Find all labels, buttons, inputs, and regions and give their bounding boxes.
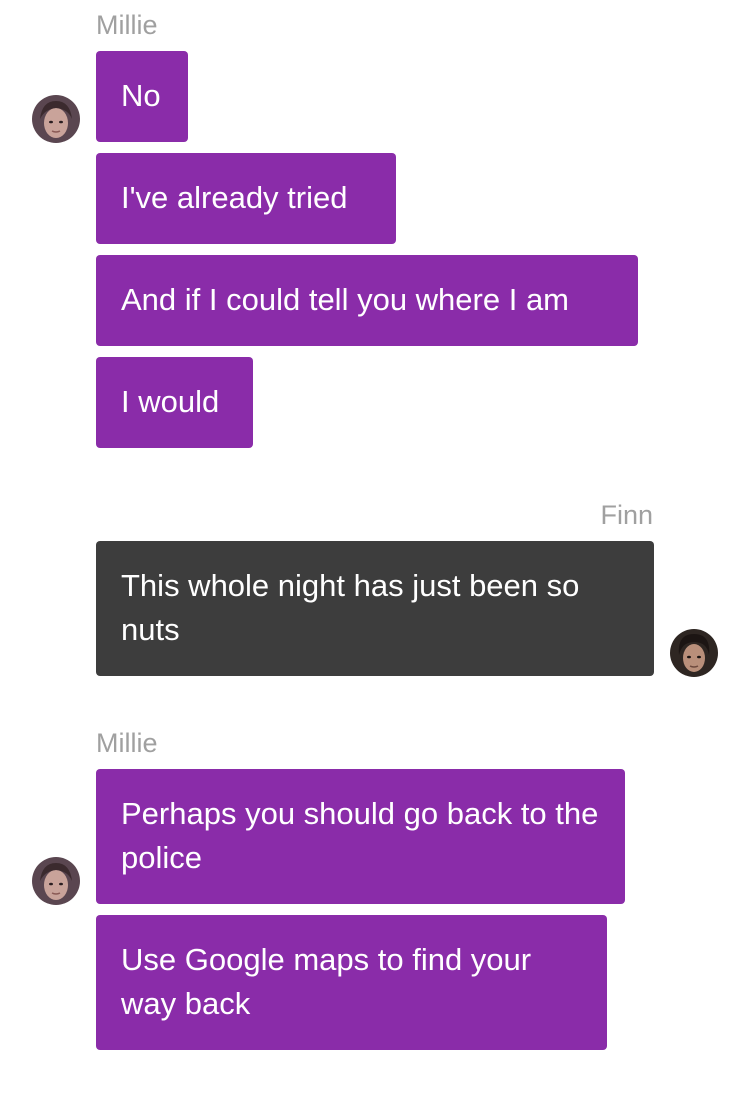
sender-name: Millie	[96, 728, 158, 758]
message-bubble[interactable]: This whole night has just been so nuts	[96, 541, 654, 676]
message-bubble[interactable]: I would	[96, 357, 253, 448]
finn-avatar-icon[interactable]	[670, 629, 718, 677]
message-bubble[interactable]: Use Google maps to find your way back	[96, 915, 607, 1050]
message-bubble[interactable]: Perhaps you should go back to the police	[96, 769, 625, 904]
message-bubble[interactable]: No	[96, 51, 188, 142]
message-bubble[interactable]: I've already tried	[96, 153, 396, 244]
millie-avatar-icon[interactable]	[32, 857, 80, 905]
message-bubble[interactable]: And if I could tell you where I am	[96, 255, 638, 346]
millie-avatar-icon[interactable]	[32, 95, 80, 143]
sender-name: Millie	[96, 10, 158, 40]
chat-thread[interactable]: Millie No I've already tried And if I co…	[0, 0, 750, 1094]
sender-name: Finn	[600, 500, 653, 530]
